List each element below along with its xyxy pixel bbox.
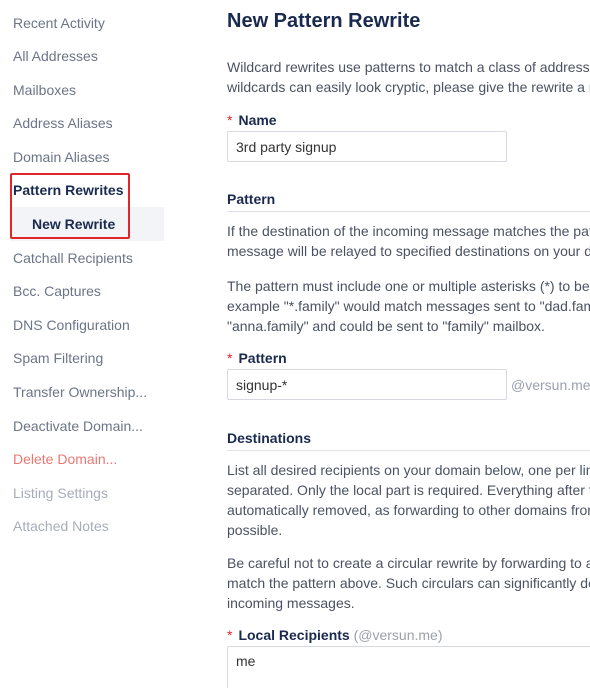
destinations-section-heading: Destinations <box>227 429 590 451</box>
pattern-input[interactable] <box>227 369 507 400</box>
required-asterisk: * <box>227 112 233 128</box>
pattern-description-1: If the destination of the incoming messa… <box>227 223 590 259</box>
name-label-text: Name <box>238 112 277 128</box>
pattern-domain-suffix: @versun.me <box>511 377 590 393</box>
sidebar-nav: Recent Activity All Addresses Mailboxes … <box>0 0 200 688</box>
sidebar-item-catchall-recipients[interactable]: Catchall Recipients <box>13 249 133 267</box>
pattern-section-heading: Pattern <box>227 190 590 212</box>
sidebar-item-listing-settings[interactable]: Listing Settings <box>13 484 108 502</box>
pattern-label-text: Pattern <box>238 350 287 366</box>
required-asterisk: * <box>227 350 233 366</box>
destinations-description-1: List all desired recipients on your doma… <box>227 462 590 538</box>
sidebar-item-deactivate-domain[interactable]: Deactivate Domain... <box>13 417 143 435</box>
intro-text: Wildcard rewrites use patterns to match … <box>227 59 590 95</box>
local-recipients-textarea[interactable]: me <box>227 646 590 688</box>
sidebar-item-mailboxes[interactable]: Mailboxes <box>13 81 76 99</box>
sidebar-item-recent-activity[interactable]: Recent Activity <box>13 14 105 32</box>
sidebar-item-new-rewrite[interactable]: New Rewrite <box>32 215 115 233</box>
local-recipients-domain-hint: (@versun.me) <box>353 627 443 643</box>
sidebar-item-domain-aliases[interactable]: Domain Aliases <box>13 148 110 166</box>
name-field-label: * Name <box>227 111 277 129</box>
pattern-description-2: The pattern must include one or multiple… <box>227 278 590 334</box>
sidebar-item-attached-notes[interactable]: Attached Notes <box>13 517 109 535</box>
required-asterisk: * <box>227 627 233 643</box>
destinations-description-2: Be careful not to create a circular rewr… <box>227 555 590 611</box>
sidebar-item-transfer-ownership[interactable]: Transfer Ownership... <box>13 383 147 401</box>
sidebar-item-spam-filtering[interactable]: Spam Filtering <box>13 349 103 367</box>
local-recipients-label-text: Local Recipients <box>238 627 350 643</box>
sidebar-item-pattern-rewrites[interactable]: Pattern Rewrites <box>13 181 123 199</box>
sidebar-item-all-addresses[interactable]: All Addresses <box>13 47 98 65</box>
page-title: New Pattern Rewrite <box>227 10 421 32</box>
sidebar-item-delete-domain[interactable]: Delete Domain... <box>13 450 117 468</box>
sidebar-item-address-aliases[interactable]: Address Aliases <box>13 114 113 132</box>
sidebar-item-dns-configuration[interactable]: DNS Configuration <box>13 316 130 334</box>
main-content: New Pattern Rewrite Wildcard rewrites us… <box>227 0 590 688</box>
sidebar-item-bcc-captures[interactable]: Bcc. Captures <box>13 282 101 300</box>
name-input[interactable] <box>227 131 507 162</box>
local-recipients-label: * Local Recipients (@versun.me) <box>227 626 443 644</box>
pattern-field-label: * Pattern <box>227 349 287 367</box>
